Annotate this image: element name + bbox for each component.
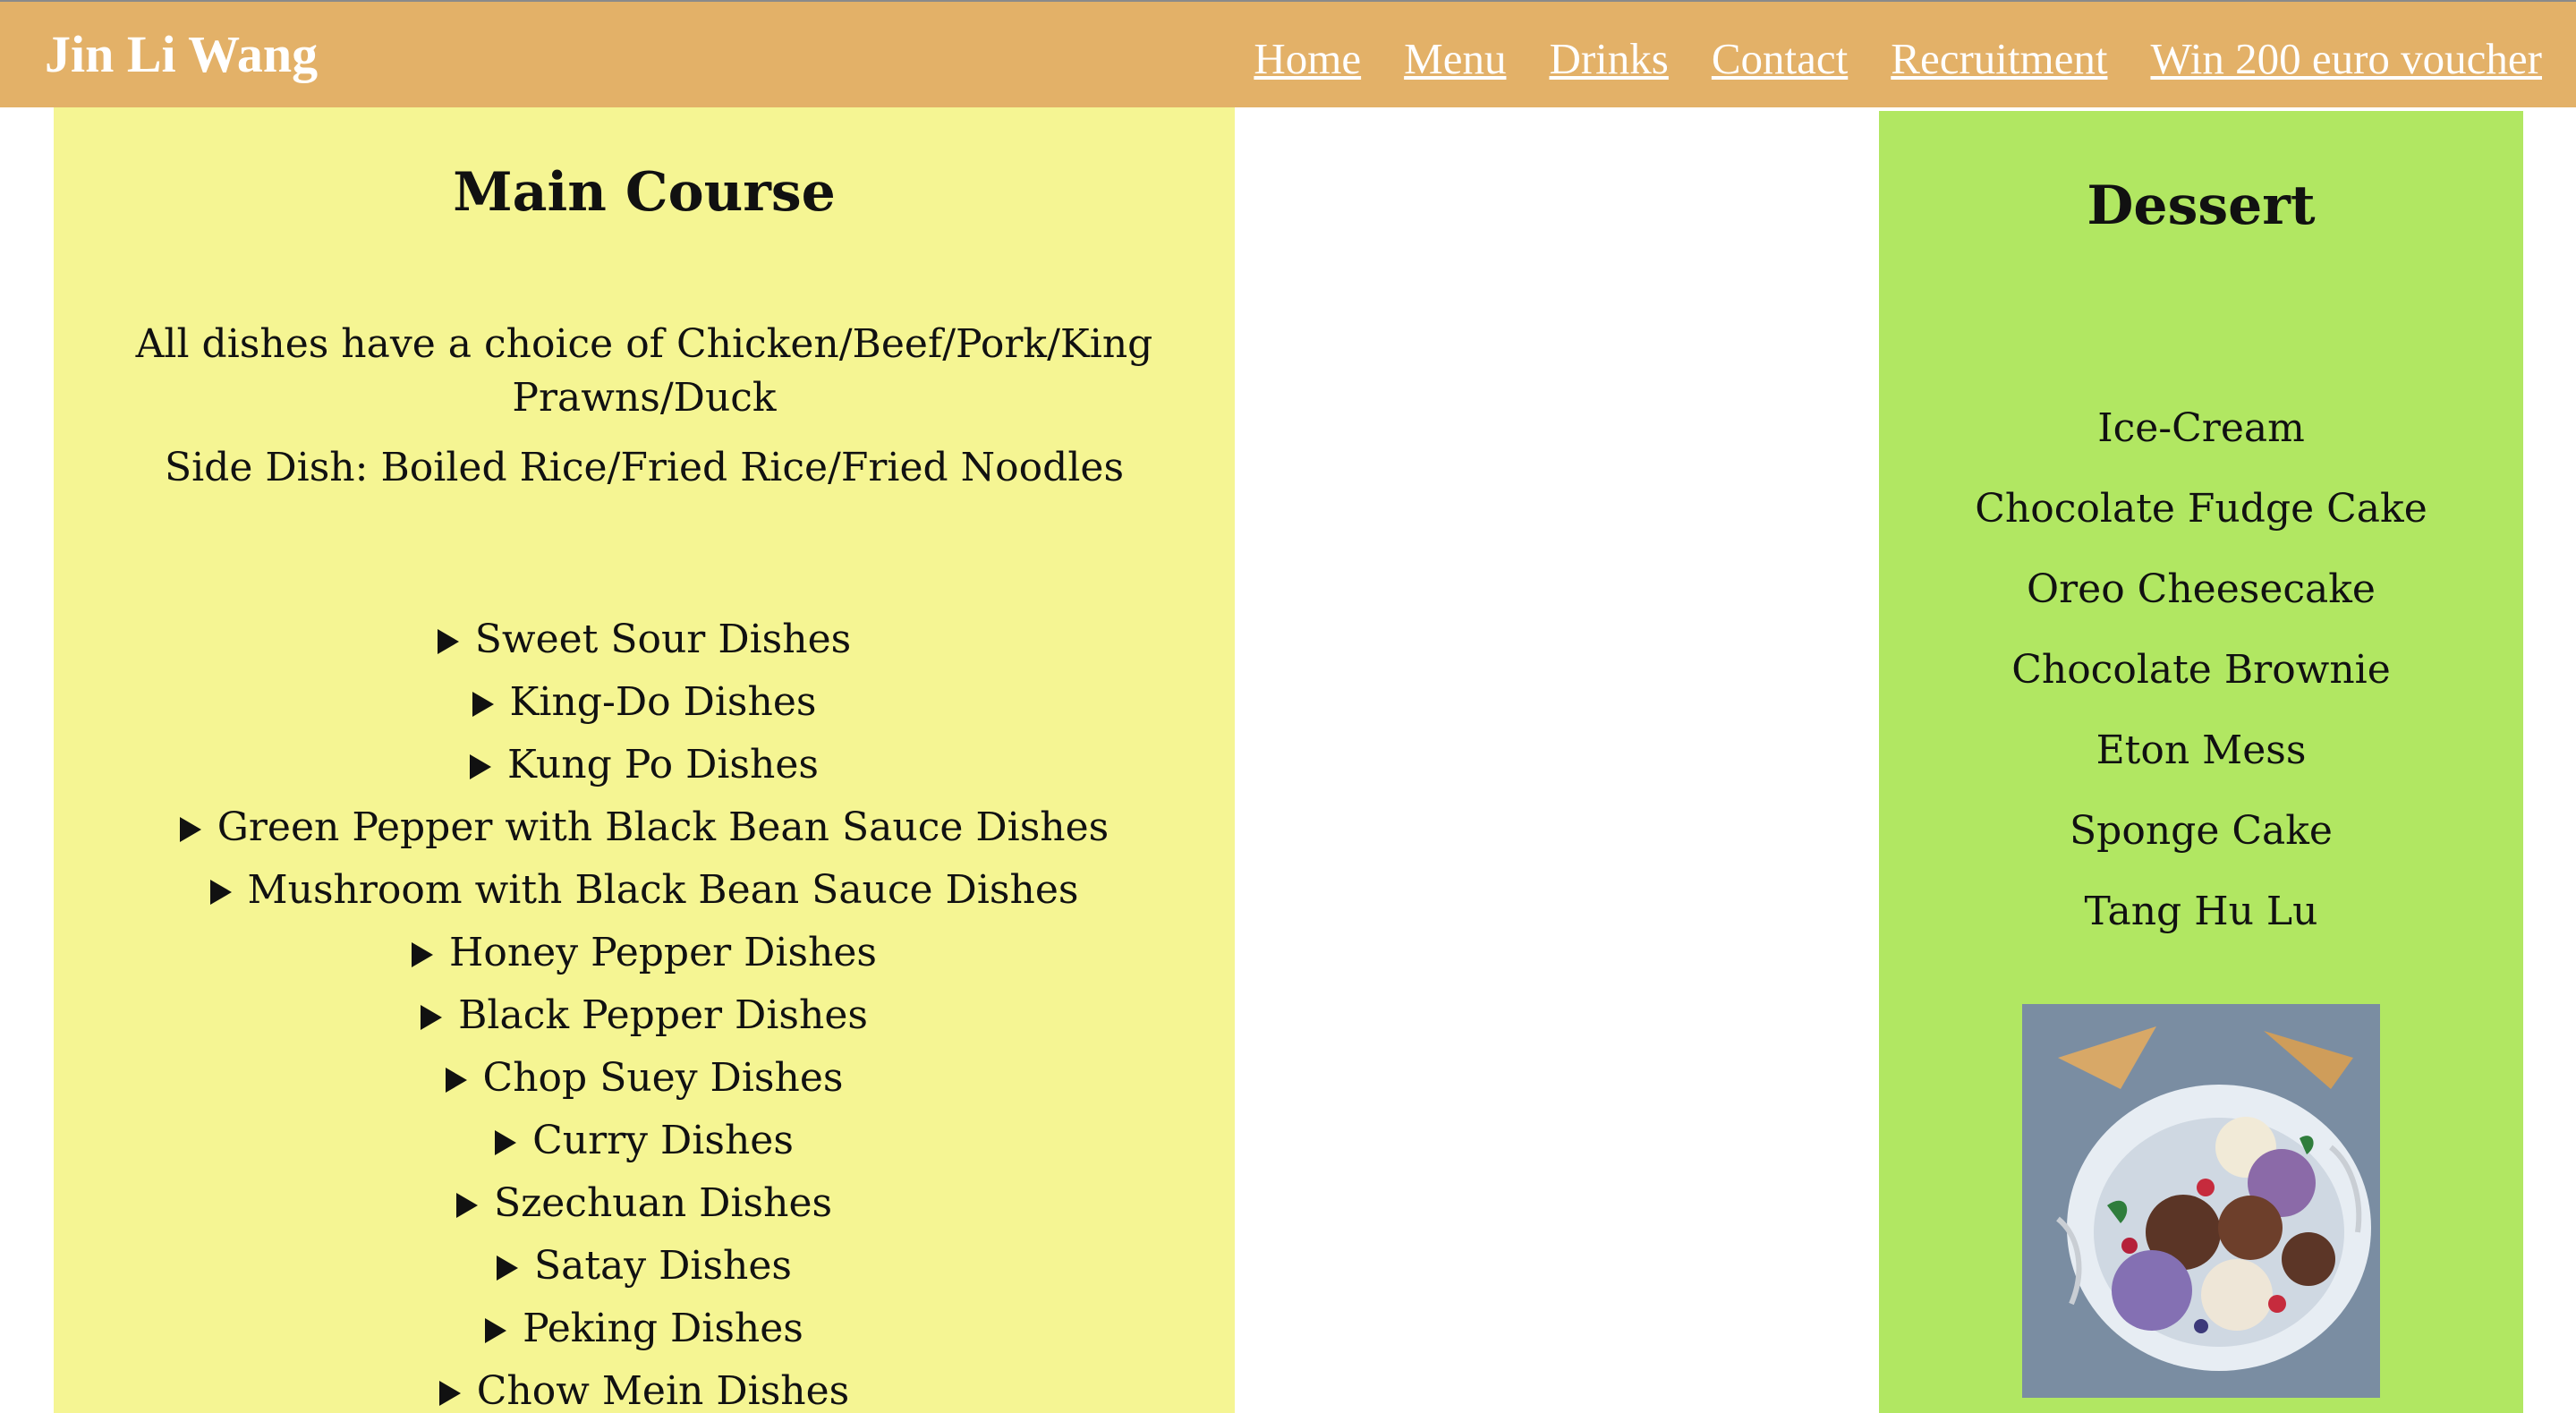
disclosure-triangle-icon	[411, 942, 433, 967]
dish-category-label: Green Pepper with Black Bean Sauce Dishe…	[217, 804, 1109, 850]
dish-category-honey-pepper[interactable]: Honey Pepper Dishes	[54, 922, 1235, 984]
disclosure-triangle-icon	[495, 1130, 517, 1155]
dish-category-satay[interactable]: Satay Dishes	[54, 1235, 1235, 1298]
protein-choice-note: All dishes have a choice of Chicken/Beef…	[135, 321, 1153, 421]
dessert-item: Oreo Cheesecake	[2027, 566, 2376, 612]
disclosure-triangle-icon	[485, 1318, 507, 1343]
dish-category-label: Szechuan Dishes	[493, 1180, 833, 1226]
disclosure-triangle-icon	[470, 754, 492, 779]
dish-category-label: Sweet Sour Dishes	[474, 617, 852, 662]
main-course-title: Main Course	[453, 161, 836, 224]
dish-category-list: Sweet Sour Dishes King-Do Dishes Kung Po…	[54, 609, 1235, 1413]
dish-category-peking[interactable]: Peking Dishes	[54, 1298, 1235, 1360]
dish-category-label: King-Do Dishes	[509, 679, 817, 725]
dessert-list: Ice-Cream Chocolate Fudge Cake Oreo Chee…	[1879, 388, 2523, 952]
dish-category-curry[interactable]: Curry Dishes	[54, 1110, 1235, 1172]
dish-category-label: Kung Po Dishes	[507, 742, 819, 787]
disclosure-triangle-icon	[445, 1068, 467, 1093]
nav-link-recruitment[interactable]: Recruitment	[1891, 32, 2107, 86]
nav-link-menu[interactable]: Menu	[1404, 32, 1506, 86]
nav-links: Home Menu Drinks Contact Recruitment Win…	[1254, 32, 2542, 86]
dish-category-label: Satay Dishes	[533, 1243, 793, 1289]
dish-category-label: Peking Dishes	[523, 1306, 803, 1351]
dish-category-chop-suey[interactable]: Chop Suey Dishes	[54, 1047, 1235, 1110]
dish-category-label: Chop Suey Dishes	[482, 1055, 844, 1101]
dish-category-mushroom[interactable]: Mushroom with Black Bean Sauce Dishes	[54, 859, 1235, 922]
disclosure-triangle-icon	[437, 629, 459, 654]
disclosure-triangle-icon	[209, 880, 232, 905]
disclosure-triangle-icon	[455, 1193, 478, 1218]
dish-category-label: Mushroom with Black Bean Sauce Dishes	[247, 867, 1079, 913]
dish-category-label: Black Pepper Dishes	[458, 992, 868, 1038]
top-navbar: Jin Li Wang Home Menu Drinks Contact Rec…	[0, 0, 2576, 107]
dessert-item: Sponge Cake	[2070, 808, 2333, 854]
disclosure-triangle-icon	[496, 1256, 518, 1281]
dish-category-black-pepper[interactable]: Black Pepper Dishes	[54, 984, 1235, 1047]
nav-link-drinks[interactable]: Drinks	[1549, 32, 1668, 86]
dish-category-label: Chow Mein Dishes	[476, 1368, 850, 1413]
dessert-item: Ice-Cream	[2097, 405, 2305, 451]
disclosure-triangle-icon	[472, 692, 494, 717]
main-course-panel: Main Course All dishes have a choice of …	[54, 107, 1235, 1413]
dish-category-sweet-sour[interactable]: Sweet Sour Dishes	[54, 609, 1235, 671]
dish-category-king-do[interactable]: King-Do Dishes	[54, 671, 1235, 734]
nav-link-contact[interactable]: Contact	[1712, 32, 1848, 86]
dessert-photo-illustration	[2022, 1004, 2380, 1398]
dish-category-label: Curry Dishes	[532, 1118, 794, 1163]
disclosure-triangle-icon	[179, 817, 201, 842]
dish-category-label: Honey Pepper Dishes	[448, 930, 878, 975]
dessert-item: Chocolate Fudge Cake	[1975, 486, 2427, 532]
dessert-panel: Dessert Ice-Cream Chocolate Fudge Cake O…	[1879, 111, 2523, 1413]
dish-category-green-pepper[interactable]: Green Pepper with Black Bean Sauce Dishe…	[54, 796, 1235, 859]
dessert-item: Tang Hu Lu	[2084, 889, 2318, 934]
disclosure-triangle-icon	[421, 1005, 443, 1030]
dessert-title: Dessert	[2087, 174, 2316, 237]
nav-link-voucher[interactable]: Win 200 euro voucher	[2150, 32, 2542, 86]
side-dish-note: Side Dish: Boiled Rice/Fried Rice/Fried …	[164, 445, 1125, 490]
site-brand[interactable]: Jin Li Wang	[45, 23, 318, 86]
dish-category-kung-po[interactable]: Kung Po Dishes	[54, 734, 1235, 796]
nav-link-home[interactable]: Home	[1254, 32, 1361, 86]
dessert-item: Eton Mess	[2096, 728, 2307, 773]
disclosure-triangle-icon	[438, 1381, 461, 1406]
dessert-item: Chocolate Brownie	[2011, 647, 2391, 693]
dish-category-chow-mein[interactable]: Chow Mein Dishes	[54, 1360, 1235, 1413]
dessert-photo	[2022, 1004, 2380, 1398]
dish-category-szechuan[interactable]: Szechuan Dishes	[54, 1172, 1235, 1235]
